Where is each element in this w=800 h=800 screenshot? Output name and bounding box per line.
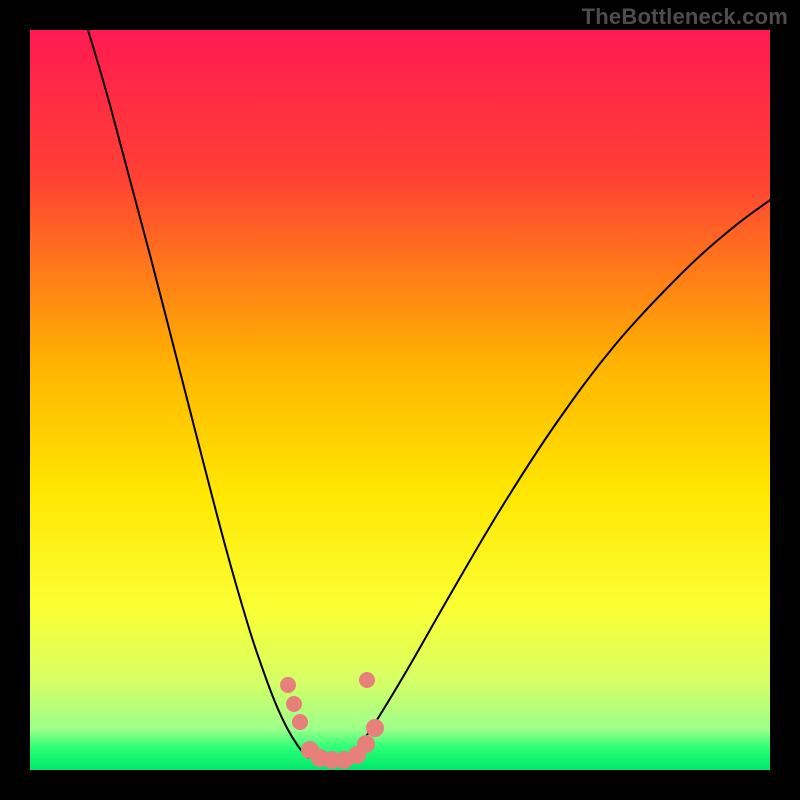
dot (357, 735, 375, 753)
dot (292, 714, 308, 730)
dot (359, 672, 375, 688)
bottleneck-chart (0, 0, 800, 800)
plot-background (30, 30, 770, 770)
dot (280, 677, 296, 693)
watermark-text: TheBottleneck.com (582, 4, 788, 30)
dot (286, 696, 302, 712)
chart-frame: TheBottleneck.com (0, 0, 800, 800)
dot (366, 719, 384, 737)
